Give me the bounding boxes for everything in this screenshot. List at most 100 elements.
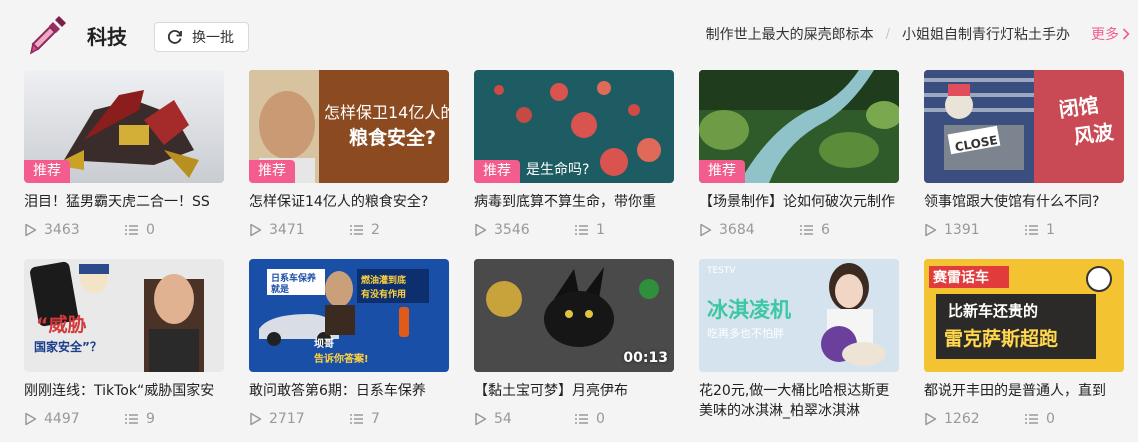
video-title[interactable]: 怎样保证14亿人的粮食安全? (249, 192, 449, 212)
video-duration: 00:13 (623, 350, 668, 366)
video-card: TESTV 冰淇凌机 吃再多也不怕胖 花20元,做一大桶比哈根达斯更美味的冰淇淋… (699, 259, 899, 439)
video-card: 推荐 【场景制作】论如何破次元制作 3684 6 (699, 70, 899, 250)
video-title[interactable]: 【黏土宝可梦】月亮伊布 (474, 381, 674, 401)
danmu-count: 0 (574, 409, 605, 429)
video-stats: 3463 0 (24, 220, 155, 240)
play-count: 1262 (924, 411, 980, 427)
danmu-count: 0 (1024, 409, 1055, 429)
video-thumbnail[interactable]: 推荐 (24, 70, 224, 183)
recommend-badge: 推荐 (474, 160, 520, 183)
play-count: 3546 (474, 222, 530, 238)
thumbnail-text: 日系车保养 (271, 272, 316, 284)
thumbnail-text: 就是 (271, 283, 290, 295)
danmu-count: 1 (1024, 220, 1055, 240)
thumbnail-text: “威胁 (36, 313, 87, 336)
recommend-badge: 推荐 (699, 160, 745, 183)
danmu-count: 6 (799, 220, 830, 240)
refresh-label: 换一批 (192, 30, 234, 46)
play-icon (250, 412, 262, 426)
danmu-icon (1025, 225, 1038, 235)
play-icon (700, 223, 712, 237)
danmu-count: 0 (124, 220, 155, 240)
video-stats: 2717 7 (249, 409, 380, 429)
danmu-icon (125, 225, 138, 235)
category-title: 科技 (87, 25, 127, 49)
play-icon (475, 412, 487, 426)
video-stats: 1262 0 (924, 409, 1055, 429)
video-stats: 3546 1 (474, 220, 605, 240)
video-card: 怎样保卫14亿人的 粮食安全? 推荐 怎样保证14亿人的粮食安全? 3471 2 (249, 70, 449, 250)
play-icon (475, 223, 487, 237)
video-stats: 1391 1 (924, 220, 1055, 240)
video-thumbnail[interactable]: CLOSE 闭馆 风波 (924, 70, 1124, 183)
video-title[interactable]: 泪目！猛男霸天虎二合一！SS (24, 192, 224, 212)
more-label: 更多 (1091, 27, 1119, 43)
thumbnail-text: 吃再多也不怕胖 (707, 326, 784, 340)
video-thumbnail[interactable]: “威胁 国家安全”？ (24, 259, 224, 372)
refresh-button[interactable]: 换一批 (154, 22, 249, 52)
danmu-count: 1 (574, 220, 605, 240)
danmu-icon (575, 225, 588, 235)
video-title[interactable]: 领事馆跟大使馆有什么不同? (924, 192, 1124, 212)
video-card: 00:13 【黏土宝可梦】月亮伊布 54 0 (474, 259, 674, 439)
more-link[interactable]: 更多 (1091, 24, 1138, 44)
video-title[interactable]: 【场景制作】论如何破次元制作 (699, 192, 899, 212)
hot-link-separator: / (885, 26, 890, 42)
video-title[interactable]: 病毒到底算不算生命，带你重 (474, 192, 674, 212)
video-title[interactable]: 敢问敢答第6期：日系车保养 (249, 381, 449, 401)
video-thumbnail[interactable]: 推荐 (699, 70, 899, 183)
video-stats: 3471 2 (249, 220, 380, 240)
video-title[interactable]: 刚刚连线：TikTok“威胁国家安 (24, 381, 224, 401)
thumbnail-text: 比新车还贵的 (948, 302, 1038, 320)
refresh-icon (167, 30, 182, 44)
play-count: 2717 (249, 411, 305, 427)
video-thumbnail[interactable]: 怎样保卫14亿人的 粮食安全? 推荐 (249, 70, 449, 183)
danmu-icon (800, 225, 813, 235)
video-card: “威胁 国家安全”？ 刚刚连线：TikTok“威胁国家安 4497 9 (24, 259, 224, 439)
thumbnail-text: 有没有作用 (361, 288, 406, 300)
play-icon (25, 223, 37, 237)
chevron-right-icon (1122, 28, 1130, 40)
play-count: 54 (474, 411, 512, 427)
video-title[interactable]: 都说开丰田的是普通人，直到 (924, 381, 1124, 401)
video-card: CLOSE 闭馆 风波 领事馆跟大使馆有什么不同? 1391 1 (924, 70, 1124, 250)
danmu-icon (575, 414, 588, 424)
thumbnail-text: 是生命吗? (526, 161, 589, 178)
video-stats: 3684 6 (699, 220, 830, 240)
play-count: 4497 (24, 411, 80, 427)
thumbnail-text: 冰淇凌机 (707, 298, 791, 322)
thumbnail-text: 坝哥 (314, 337, 334, 350)
thumbnail-text: 粮食安全? (349, 126, 436, 149)
play-icon (250, 223, 262, 237)
video-thumbnail[interactable]: 赛雷话车 比新车还贵的 雷克萨斯超跑 (924, 259, 1124, 372)
danmu-icon (125, 414, 138, 424)
thumbnail-text: 赛雷话车 (932, 269, 989, 286)
video-title[interactable]: 花20元,做一大桶比哈根达斯更美味的冰淇淋_柏翠冰淇淋 (699, 381, 899, 421)
danmu-icon (350, 414, 363, 424)
video-thumbnail[interactable]: 00:13 (474, 259, 674, 372)
danmu-count: 9 (124, 409, 155, 429)
hot-link[interactable]: 小姐姐自制青行灯粘土手办 (902, 24, 1070, 44)
video-thumbnail[interactable]: TESTV 冰淇凌机 吃再多也不怕胖 (699, 259, 899, 372)
thumbnail-text: 怎样保卫14亿人的 (324, 103, 449, 122)
video-card: 推荐 泪目！猛男霸天虎二合一！SS 3463 0 (24, 70, 224, 250)
recommend-badge: 推荐 (249, 160, 295, 183)
play-icon (925, 412, 937, 426)
video-card: 赛雷话车 比新车还贵的 雷克萨斯超跑 都说开丰田的是普通人，直到 1262 0 (924, 259, 1124, 439)
play-count: 3463 (24, 222, 80, 238)
play-icon (925, 223, 937, 237)
video-thumbnail[interactable]: 日系车保养 就是 燃油灌到底 有没有作用 坝哥 告诉你答案! (249, 259, 449, 372)
thumbnail-text: 告诉你答案! (314, 352, 369, 365)
play-icon (25, 412, 37, 426)
danmu-count: 7 (349, 409, 380, 429)
video-card: 是生命吗? 推荐 病毒到底算不算生命，带你重 3546 1 (474, 70, 674, 250)
hot-link[interactable]: 制作世上最大的屎壳郎标本 (706, 24, 874, 44)
recommend-badge: 推荐 (24, 160, 70, 183)
thumbnail-text: 燃油灌到底 (361, 274, 406, 286)
video-card: 日系车保养 就是 燃油灌到底 有没有作用 坝哥 告诉你答案! 敢问敢答第6期：日… (249, 259, 449, 439)
play-count: 3471 (249, 222, 305, 238)
play-count: 1391 (924, 222, 980, 238)
thumbnail-text: TESTV (706, 266, 736, 276)
danmu-count: 2 (349, 220, 380, 240)
video-thumbnail[interactable]: 是生命吗? 推荐 (474, 70, 674, 183)
